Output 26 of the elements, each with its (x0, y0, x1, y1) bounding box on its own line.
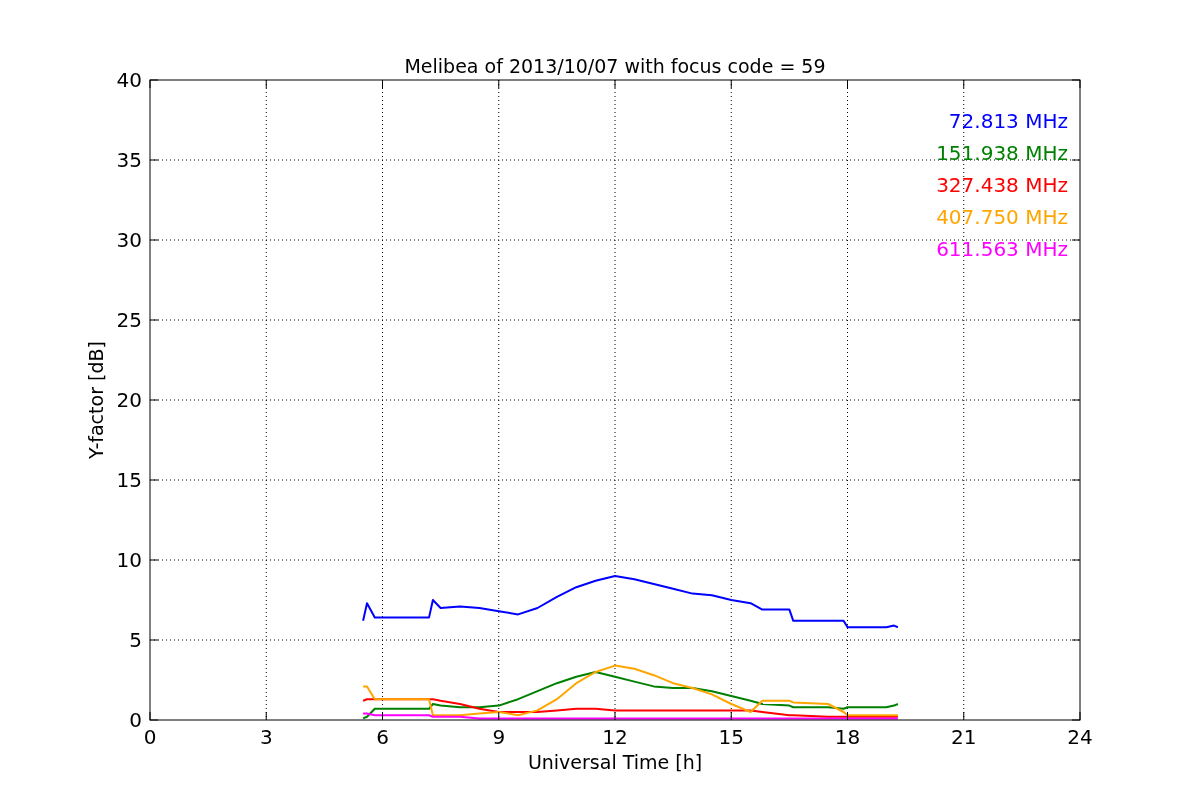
legend-label: 72.813 MHz (948, 109, 1068, 133)
x-tick-label: 24 (1067, 725, 1093, 749)
x-axis-label: Universal Time [h] (527, 751, 703, 773)
y-tick-label: 35 (116, 148, 142, 172)
x-tick-label: 0 (143, 725, 157, 749)
y-tick-label: 25 (116, 308, 142, 332)
y-tick-label: 5 (129, 628, 142, 652)
y-tick-label: 0 (129, 708, 142, 732)
x-tick-label: 15 (718, 725, 744, 749)
legend-label: 407.750 MHz (936, 205, 1068, 229)
x-tick-label: 21 (951, 725, 977, 749)
y-axis-label: Y-factor [dB] (85, 341, 107, 459)
x-tick-label: 12 (602, 725, 628, 749)
legend-label: 327.438 MHz (936, 173, 1068, 197)
y-tick-label: 10 (116, 548, 142, 572)
x-tick-label: 9 (492, 725, 506, 749)
y-tick-label: 30 (116, 228, 142, 252)
legend-label: 151.938 MHz (936, 141, 1068, 165)
x-tick-label: 3 (259, 725, 273, 749)
y-tick-label: 20 (116, 388, 142, 412)
x-tick-label: 18 (834, 725, 861, 749)
y-tick-label: 15 (116, 468, 142, 492)
legend-label: 611.563 MHz (936, 237, 1068, 261)
chart-title: Melibea of 2013/10/07 with focus code = 59 (404, 55, 826, 77)
x-tick-label: 6 (376, 725, 389, 749)
y-tick-label: 40 (116, 68, 142, 92)
